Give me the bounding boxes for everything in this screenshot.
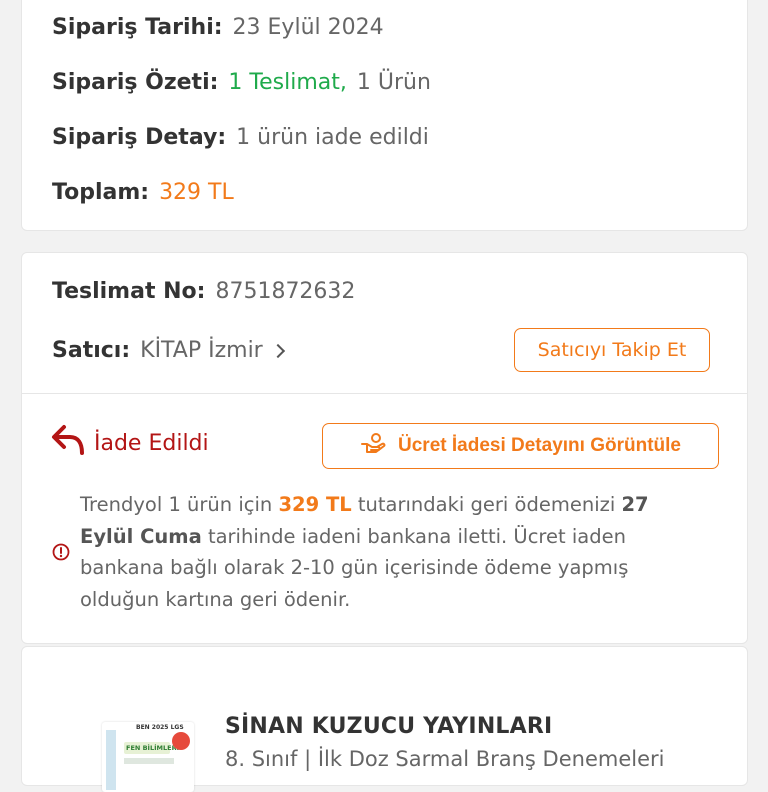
refund-info-part2: tutarındaki geri ödemenizi: [351, 493, 622, 516]
hand-money-icon: [360, 432, 398, 460]
book-subtitle-band: [124, 758, 174, 764]
item-count: 1 Ürün: [356, 70, 431, 95]
order-date-value: 23 Eylül 2024: [232, 15, 384, 40]
refund-detail-label: Ücret İadesi Detayını Görüntüle: [398, 435, 681, 456]
thumb-text-title: FEN BİLİMLERİ: [126, 744, 179, 752]
delivery-no-row: Teslimat No: 8751872632: [52, 279, 355, 304]
delivery-card: Teslimat No: 8751872632 Satıcı: KİTAP İz…: [21, 252, 748, 644]
return-status-text: İade Edildi: [94, 430, 209, 456]
total-label: Toplam:: [52, 180, 150, 205]
seller-row[interactable]: Satıcı: KİTAP İzmir: [52, 338, 285, 363]
refund-info-text: Trendyol 1 ürün için 329 TL tutarındaki …: [80, 489, 680, 615]
refund-amount: 329 TL: [278, 493, 352, 516]
book-spine: [106, 730, 116, 790]
order-summary-row: Sipariş Özeti: 1 Teslimat, 1 Ürün: [52, 70, 431, 95]
return-status: İade Edildi: [50, 423, 209, 463]
product-image[interactable]: BEN 2025 LGS FEN BİLİMLERİ: [102, 722, 194, 792]
book-badge: [172, 732, 190, 750]
seller-name[interactable]: KİTAP İzmir: [140, 338, 263, 363]
order-date-label: Sipariş Tarihi:: [52, 15, 223, 40]
divider: [22, 393, 747, 394]
product-card[interactable]: BEN 2025 LGS FEN BİLİMLERİ SİNAN KUZUCU …: [21, 646, 748, 792]
delivery-no-value: 8751872632: [215, 279, 356, 304]
order-summary-card: Sipariş Tarihi: 23 Eylül 2024 Sipariş Öz…: [21, 0, 748, 231]
total-value: 329 TL: [159, 180, 234, 205]
total-row: Toplam: 329 TL: [52, 180, 234, 205]
order-detail-label: Sipariş Detay:: [52, 125, 227, 150]
delivery-no-label: Teslimat No:: [52, 279, 206, 304]
chevron-right-icon[interactable]: [270, 343, 285, 359]
order-detail-value: 1 ürün iade edildi: [236, 125, 429, 150]
refund-detail-button[interactable]: Ücret İadesi Detayını Görüntüle: [322, 423, 719, 469]
order-detail-row: Sipariş Detay: 1 ürün iade edildi: [52, 125, 429, 150]
product-brand: SİNAN KUZUCU YAYINLARI: [225, 714, 553, 739]
return-arrow-icon: [50, 423, 94, 463]
product-name[interactable]: 8. Sınıf | İlk Doz Sarmal Branş Denemele…: [225, 747, 664, 771]
follow-seller-button[interactable]: Satıcıyı Takip Et: [514, 328, 710, 372]
delivery-count: 1 Teslimat,: [228, 70, 347, 95]
refund-info-part1: Trendyol 1 ürün için: [80, 493, 279, 516]
order-summary-label: Sipariş Özeti:: [52, 70, 219, 95]
order-date-row: Sipariş Tarihi: 23 Eylül 2024: [52, 15, 384, 40]
thumb-text-top: BEN 2025 LGS: [136, 724, 184, 731]
seller-label: Satıcı:: [52, 338, 131, 363]
info-icon: [52, 543, 70, 565]
